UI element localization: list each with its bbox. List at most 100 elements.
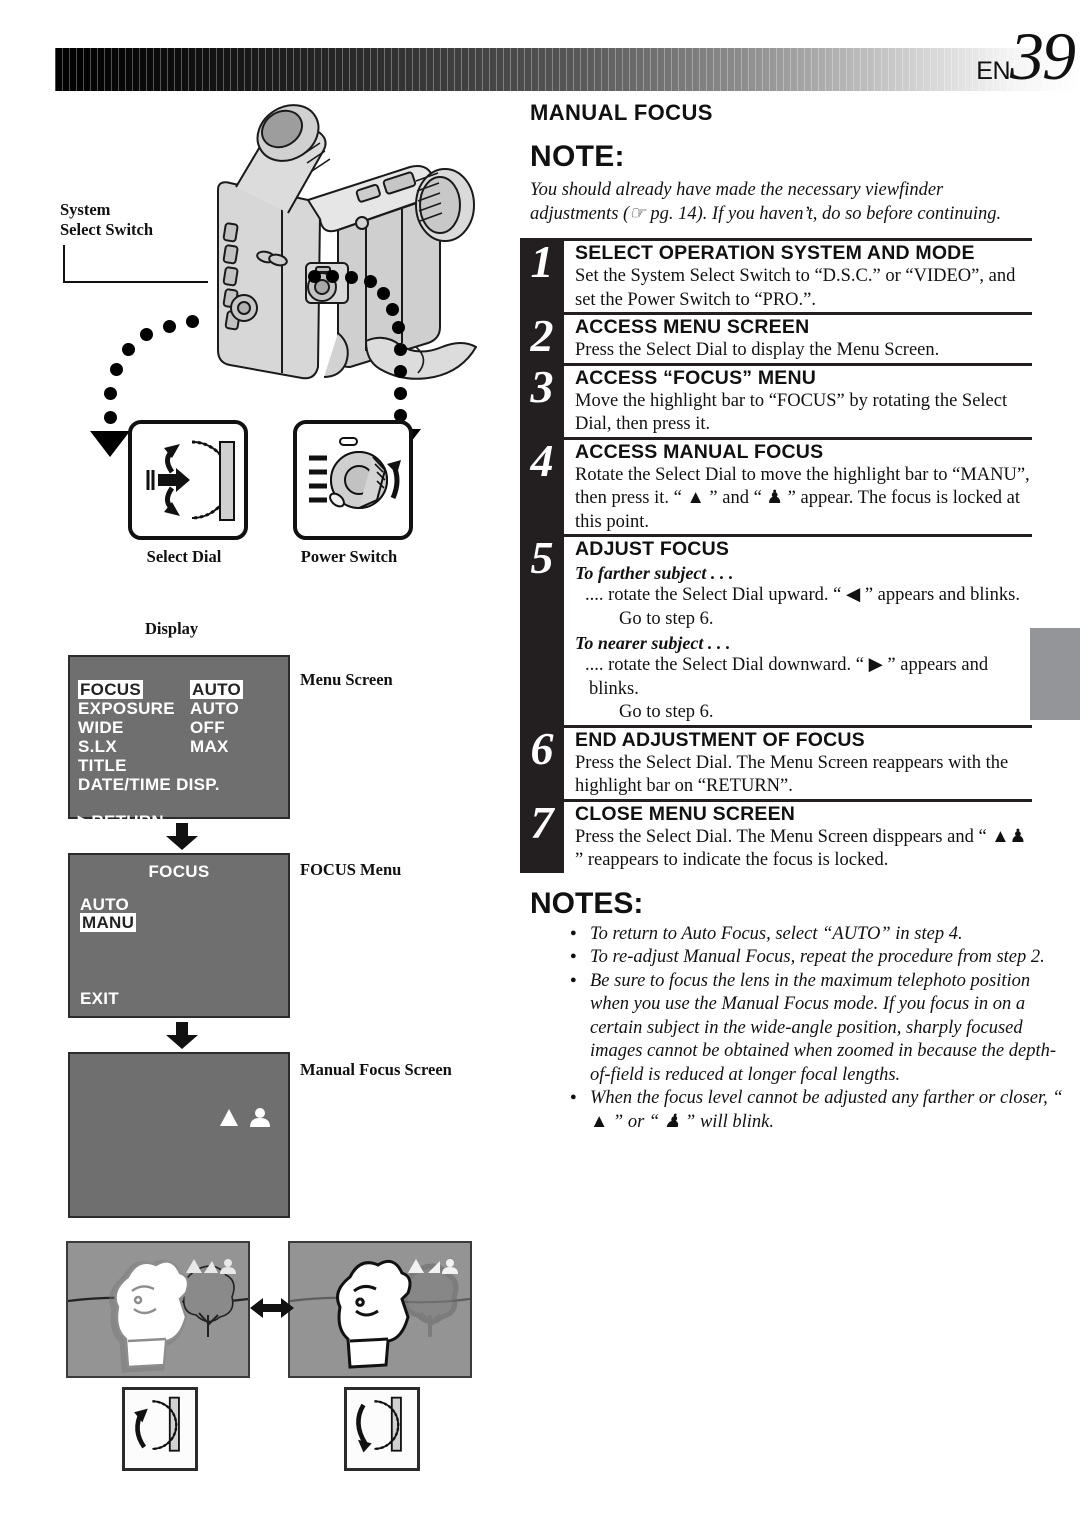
step-list: 1 SELECT OPERATION SYSTEM AND MODE Set t… <box>520 238 1032 873</box>
step-item: 6 END ADJUSTMENT OF FOCUS Press the Sele… <box>520 724 1032 799</box>
flow-arrow-down-icon <box>166 1022 198 1049</box>
note-body: You should already have made the necessa… <box>530 180 1002 224</box>
menu-row-label: FOCUS <box>78 680 143 699</box>
step-text: Rotate the Select Dial to move the highl… <box>575 464 1030 532</box>
leader-dot <box>394 343 407 356</box>
notes-heading: NOTES: <box>530 886 644 920</box>
sample-photo-near-focus <box>288 1241 472 1378</box>
menu-row-value: AUTO <box>190 699 240 718</box>
step-subtext-farther: .... rotate the Select Dial upward. “ ◀ … <box>585 585 1020 605</box>
manual-focus-screen-lcd <box>68 1052 290 1218</box>
step-goto-farther: Go to step 6. <box>619 608 714 629</box>
step-number: 5 <box>520 534 564 725</box>
menu-row-label: WIDE <box>78 718 124 737</box>
system-select-switch-label: System Select Switch <box>60 200 153 240</box>
step-title: CLOSE MENU SCREEN <box>575 802 796 825</box>
page-title: MANUAL FOCUS <box>530 100 713 125</box>
system-select-switch-label-line2: Select Switch <box>60 220 154 239</box>
left-illustration-column: System Select Switch Select Dial Power S… <box>0 95 500 1533</box>
focus-option-auto[interactable]: AUTO <box>80 895 129 914</box>
power-switch-caption: Power Switch <box>300 547 398 566</box>
double-arrow-icon <box>250 1298 294 1318</box>
leader-dot <box>345 271 358 284</box>
mountain-icon <box>220 1109 238 1126</box>
menu-row-label: EXPOSURE <box>78 699 175 718</box>
step-item: 2 ACCESS MENU SCREEN Press the Select Di… <box>520 312 1032 363</box>
step-item: 4 ACCESS MANUAL FOCUS Rotate the Select … <box>520 436 1032 534</box>
focus-menu-title: FOCUS <box>148 862 210 881</box>
focus-indicator-icons <box>220 1108 270 1127</box>
note-heading: NOTE: <box>530 140 625 173</box>
menu-row-value: AUTO <box>190 680 244 699</box>
leader-dot <box>394 387 407 400</box>
step-title: END ADJUSTMENT OF FOCUS <box>575 728 865 751</box>
page-number-prefix: EN <box>976 57 1010 85</box>
step-number: 2 <box>520 312 564 363</box>
leader-dot <box>386 303 399 316</box>
menu-row-label: DATE/TIME DISP. <box>78 775 220 794</box>
leader-dot <box>364 275 377 288</box>
leader-dot <box>377 287 390 300</box>
select-dial-diagram <box>128 420 248 540</box>
step-item: 5 ADJUST FOCUS To farther subject . . . … <box>520 534 1032 725</box>
person-icon <box>255 1108 265 1118</box>
display-caption: Display <box>145 619 199 638</box>
manual-focus-screen-caption: Manual Focus Screen <box>300 1060 452 1079</box>
step-number: 7 <box>520 798 564 873</box>
leader-dot <box>140 328 153 341</box>
step-number: 4 <box>520 436 564 534</box>
menu-screen-lcd: FOCUS AUTO EXPOSURE AUTO WIDE OFF S.LX M… <box>68 655 290 831</box>
leader-dot <box>394 365 407 378</box>
step-subheading-nearer: To nearer subject . . . <box>575 633 731 653</box>
note-item: To re-adjust Manual Focus, repeat the pr… <box>570 945 1070 970</box>
step-goto-nearer: Go to step 6. <box>619 702 714 722</box>
step-text: Press the Select Dial to display the Men… <box>575 340 940 360</box>
step-item: 7 CLOSE MENU SCREEN Press the Select Dia… <box>520 798 1032 873</box>
leader-dot <box>186 315 199 328</box>
dial-rotate-up-icon <box>134 1396 180 1452</box>
step-subheading-farther: To farther subject . . . <box>575 563 734 583</box>
note-item: When the focus level cannot be adjusted … <box>570 1086 1070 1134</box>
dial-rotate-up-icon-box <box>122 1387 198 1471</box>
step-item: 3 ACCESS “FOCUS” MENU Move the highlight… <box>520 362 1032 437</box>
callout-leader-vertical <box>63 245 65 283</box>
power-switch-diagram <box>293 420 413 540</box>
step-text: Press the Select Dial. The Menu Screen r… <box>575 752 1009 797</box>
focus-menu-caption: FOCUS Menu <box>300 860 402 879</box>
note-item: Be sure to focus the lens in the maximum… <box>570 969 1070 1088</box>
dial-rotate-down-icon <box>356 1396 402 1453</box>
menu-row-label: S.LX <box>78 737 117 756</box>
leader-dot <box>392 321 405 334</box>
step-subtext-nearer: .... rotate the Select Dial downward. “ … <box>585 655 989 699</box>
sharp-subject-illustration <box>290 1259 470 1369</box>
system-select-switch-label-line1: System <box>60 200 111 219</box>
page-header-gradient-bar <box>55 48 1080 91</box>
page-number-value: 39 <box>1010 18 1076 94</box>
focus-option-manu[interactable]: MANU <box>80 913 137 932</box>
instructions-column: MANUAL FOCUS NOTE: You should already ha… <box>512 100 1063 1134</box>
select-dial-caption: Select Dial <box>146 547 222 566</box>
power-switch-icon <box>309 437 401 510</box>
menu-row-label: TITLE <box>78 756 127 775</box>
focus-menu-exit[interactable]: EXIT <box>80 989 119 1008</box>
sample-photo-far-focus <box>66 1241 250 1378</box>
menu-return-item[interactable]: ▶RETURN <box>78 812 164 831</box>
menu-row-value: OFF <box>190 718 225 737</box>
step-item: 1 SELECT OPERATION SYSTEM AND MODE Set t… <box>520 238 1032 312</box>
step-number: 1 <box>520 238 564 312</box>
leader-dot <box>122 343 135 356</box>
step-title: ACCESS “FOCUS” MENU <box>575 366 817 389</box>
leader-arrowhead-left <box>90 431 130 457</box>
blurred-subject-illustration <box>68 1259 248 1373</box>
step-text: Set the System Select Switch to “D.S.C.”… <box>575 266 1016 310</box>
flow-arrow-down-icon <box>166 823 198 850</box>
page-edge-thumb-tab <box>1030 628 1080 720</box>
focus-menu-lcd: FOCUS AUTO MANU EXIT <box>68 853 290 1018</box>
step-title: ADJUST FOCUS <box>575 538 730 560</box>
dial-rotate-down-icon-box <box>344 1387 420 1471</box>
step-number: 6 <box>520 724 564 799</box>
leader-dot <box>104 411 117 424</box>
leader-dot <box>308 270 321 283</box>
leader-dot <box>104 387 117 400</box>
step-title: ACCESS MENU SCREEN <box>575 316 810 338</box>
